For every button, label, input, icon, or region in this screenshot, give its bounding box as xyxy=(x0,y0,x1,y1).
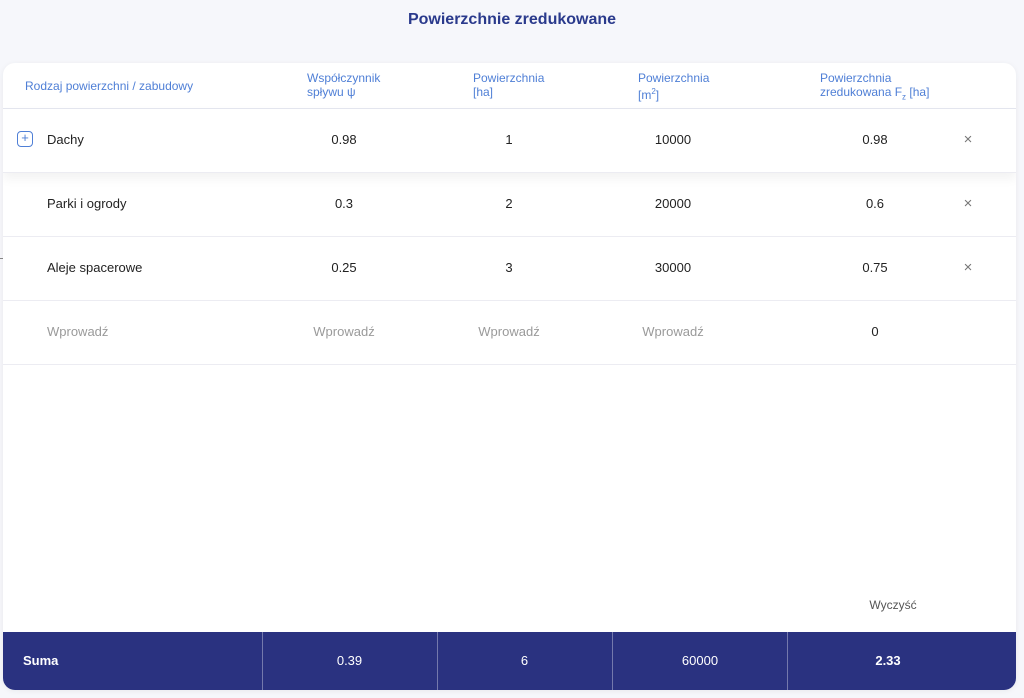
page-title: Powierzchnie zredukowane xyxy=(407,11,617,28)
row-area-ha[interactable]: 2 xyxy=(459,172,559,236)
header-reduced-text: zredukowana F xyxy=(820,85,903,99)
row-coef[interactable]: 0.25 xyxy=(294,236,394,300)
clear-button[interactable]: Wyczyść xyxy=(863,598,923,612)
new-coef-input[interactable]: Wprowadź xyxy=(294,300,394,364)
row-area-m2[interactable]: 20000 xyxy=(623,172,723,236)
table-header: Rodzaj powierzchni / zabudowy Współczynn… xyxy=(3,63,1016,109)
header-area-m2-unit-close: ] xyxy=(655,88,660,102)
header-area-m2-line2: [m2] xyxy=(638,85,709,102)
header-coef: Współczynnik spływu ψ xyxy=(307,71,380,99)
close-icon[interactable]: × xyxy=(958,172,978,236)
header-reduced-line1: Powierzchnia xyxy=(820,71,892,85)
page: Powierzchnie zredukowane Rodzaj powierzc… xyxy=(0,0,1024,698)
new-area-m2-input[interactable]: Wprowadź xyxy=(623,300,723,364)
summary-area-m2: 60000 xyxy=(681,653,719,668)
row-name[interactable]: Parki i ogrody xyxy=(47,172,126,236)
table-row[interactable]: + Dachy 0.98 1 10000 0.98 × xyxy=(3,108,1016,173)
close-icon[interactable]: × xyxy=(958,236,978,300)
new-reduced-value: 0 xyxy=(871,324,879,339)
row-area-m2[interactable]: 30000 xyxy=(623,236,723,300)
header-area-ha: Powierzchnia [ha] xyxy=(473,71,544,99)
row-reduced: 0.98 xyxy=(862,132,888,147)
new-entry-row: Wprowadź Wprowadź Wprowadź Wprowadź 0 xyxy=(3,300,1016,365)
table-row[interactable]: Parki i ogrody 0.3 2 20000 0.6 × xyxy=(3,172,1016,237)
row-reduced: 0.6 xyxy=(865,196,885,211)
new-area-ha-input[interactable]: Wprowadź xyxy=(459,300,559,364)
close-icon[interactable]: × xyxy=(958,108,978,172)
row-area-m2[interactable]: 10000 xyxy=(623,108,723,172)
row-area-ha[interactable]: 3 xyxy=(459,236,559,300)
header-area-m2-unit-open: [m xyxy=(638,88,652,102)
reduced-areas-card: Rodzaj powierzchni / zabudowy Współczynn… xyxy=(3,63,1016,690)
row-name[interactable]: Dachy xyxy=(47,108,84,172)
header-area-ha-line1: Powierzchnia xyxy=(473,71,545,85)
header-coef-line1: Współczynnik xyxy=(307,71,381,85)
header-reduced: Powierzchnia zredukowana Fz [ha] xyxy=(820,71,929,104)
new-name-input[interactable]: Wprowadź xyxy=(47,300,108,364)
header-area-ha-line2: [ha] xyxy=(473,85,494,99)
row-name[interactable]: Aleje spacerowe xyxy=(47,236,142,300)
summary-bar: Suma 0.39 6 60000 2.33 xyxy=(3,632,1016,690)
table-row[interactable]: Aleje spacerowe 0.25 3 30000 0.75 × xyxy=(3,236,1016,301)
header-area-m2: Powierzchnia [m2] xyxy=(638,71,709,102)
row-coef[interactable]: 0.98 xyxy=(294,108,394,172)
row-coef[interactable]: 0.3 xyxy=(294,172,394,236)
header-reduced-unit: [ha] xyxy=(906,85,930,99)
header-reduced-line2: zredukowana Fz [ha] xyxy=(820,85,929,104)
summary-reduced: 2.33 xyxy=(875,653,901,668)
summary-label: Suma xyxy=(23,653,59,668)
header-area-m2-line1: Powierzchnia xyxy=(638,71,710,85)
header-coef-line2: spływu ψ xyxy=(307,85,356,99)
expand-plus-icon[interactable]: + xyxy=(17,131,33,147)
row-reduced: 0.75 xyxy=(862,260,888,275)
header-type: Rodzaj powierzchni / zabudowy xyxy=(25,79,194,93)
summary-coef: 0.39 xyxy=(336,653,363,668)
row-area-ha[interactable]: 1 xyxy=(459,108,559,172)
summary-area-ha: 6 xyxy=(520,653,529,668)
